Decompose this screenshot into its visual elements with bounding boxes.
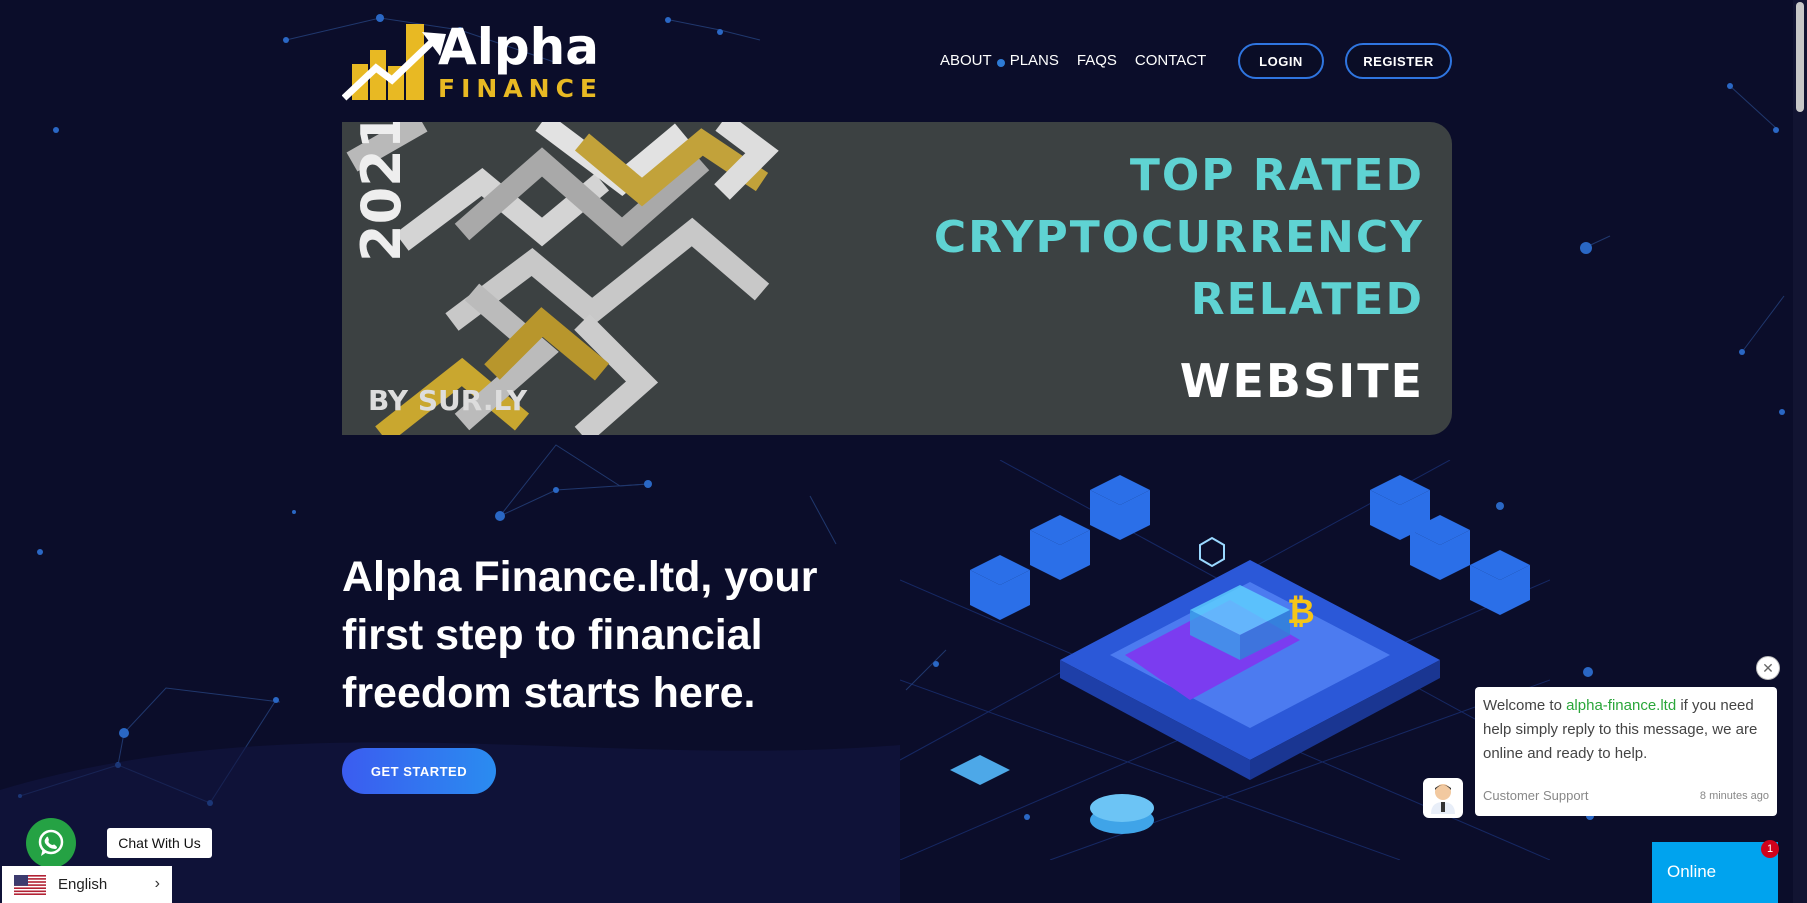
banner-line-1: TOP RATED	[1129, 150, 1424, 201]
main-nav: ABOUT PLANS FAQS CONTACT	[940, 52, 1206, 69]
banner-year: 2021	[350, 122, 413, 262]
chat-message-link[interactable]: alpha-finance.ltd	[1566, 697, 1676, 714]
award-banner[interactable]: 2021 BY SUR.LY TOP RATED CRYPTOCURRENCY …	[342, 122, 1452, 435]
svg-text:₿: ₿	[1287, 592, 1315, 632]
brand-logo[interactable]: Alpha FINANCE	[341, 17, 632, 104]
scrollbar[interactable]	[1793, 0, 1807, 903]
whatsapp-icon	[38, 829, 64, 856]
brand-name: Alpha	[438, 17, 599, 76]
us-flag-icon	[14, 874, 46, 895]
logo-bars-icon	[341, 20, 452, 104]
banner-by: BY SUR.LY	[368, 384, 528, 417]
nav-item-plans[interactable]: PLANS	[1010, 52, 1059, 69]
chat-popup[interactable]: Welcome to alpha-finance.ltd if you need…	[1475, 687, 1777, 816]
nav-active-dot	[997, 59, 1005, 67]
language-label: English	[58, 876, 108, 893]
whatsapp-label[interactable]: Chat With Us	[107, 828, 212, 858]
agent-avatar-icon	[1423, 778, 1463, 818]
chat-agent-name: Customer Support	[1483, 788, 1589, 803]
chat-message-prefix: Welcome to	[1483, 697, 1567, 714]
chevron-right-icon: ›	[154, 875, 160, 892]
brand-subname: FINANCE	[438, 73, 603, 103]
banner-line-3: RELATED	[1190, 274, 1424, 325]
nav-item-faqs[interactable]: FAQS	[1077, 52, 1117, 69]
chat-close-button[interactable]: ✕	[1756, 656, 1780, 680]
register-button[interactable]: REGISTER	[1345, 43, 1452, 79]
get-started-button[interactable]: GET STARTED	[342, 748, 496, 794]
chat-timestamp: 8 minutes ago	[1699, 790, 1769, 802]
nav-item-about[interactable]: ABOUT	[940, 52, 992, 69]
nav-item-contact[interactable]: CONTACT	[1135, 52, 1206, 69]
hero-title: Alpha Finance.ltd, your first step to fi…	[342, 553, 818, 717]
banner-line-2: CRYPTOCURRENCY	[933, 212, 1424, 263]
whatsapp-button[interactable]	[26, 818, 76, 868]
banner-line-4: WEBSITE	[1179, 354, 1424, 408]
scrollbar-thumb[interactable]	[1796, 2, 1804, 112]
login-button[interactable]: LOGIN	[1238, 43, 1324, 79]
language-selector[interactable]: English ›	[2, 866, 172, 903]
online-chat-button[interactable]: Online	[1652, 842, 1778, 903]
unread-badge: 1	[1761, 840, 1779, 858]
